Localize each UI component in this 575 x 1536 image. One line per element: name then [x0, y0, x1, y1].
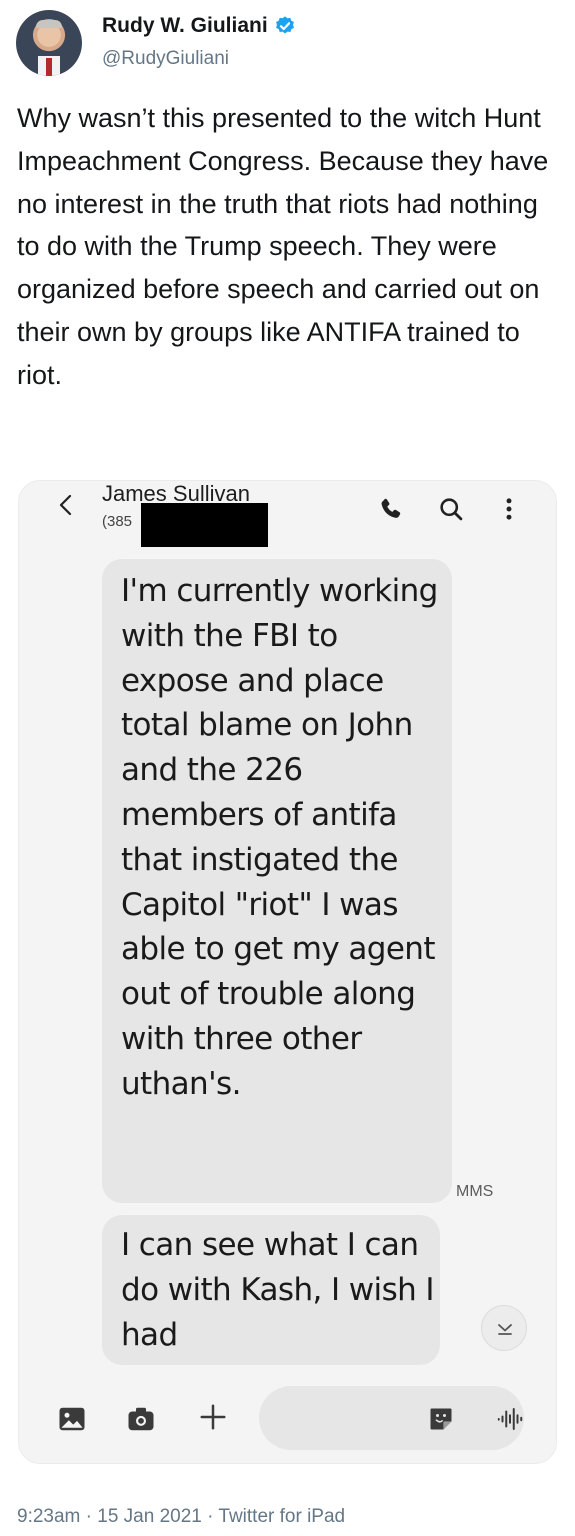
- author-name[interactable]: Rudy W. Giuliani: [102, 14, 268, 38]
- verified-badge-icon: [275, 16, 294, 34]
- message-bubble-received[interactable]: I'm currently working with the FBI to ex…: [102, 559, 452, 1203]
- contact-number: (385: [102, 513, 133, 530]
- message-type-label: MMS: [456, 1183, 494, 1200]
- scroll-to-bottom-button[interactable]: [481, 1305, 527, 1351]
- tweet-media-image[interactable]: James Sullivan (385 I'm currently workin…: [18, 480, 557, 1464]
- image-icon[interactable]: [57, 1404, 87, 1434]
- avatar-hair: [36, 20, 62, 28]
- search-icon[interactable]: [437, 495, 465, 523]
- sticker-icon[interactable]: [427, 1405, 455, 1433]
- tweet-timestamp[interactable]: 9:23am · 15 Jan 2021 · Twitter for iPad: [17, 1506, 345, 1528]
- plus-icon[interactable]: [198, 1402, 228, 1432]
- message-text: I can see what I can do with Kash, I wis…: [121, 1227, 435, 1353]
- author-row: Rudy W. Giuliani: [102, 14, 296, 38]
- tweet-text: Why wasn’t this presented to the witch H…: [17, 103, 549, 390]
- message-text: I'm currently working with the FBI to ex…: [121, 573, 438, 1102]
- chevron-down-icon: [498, 1324, 512, 1335]
- phone-icon[interactable]: [377, 495, 405, 523]
- redaction-block: [141, 503, 268, 547]
- message-input-bar: [19, 1366, 556, 1463]
- voice-wave-icon[interactable]: [495, 1404, 525, 1434]
- more-vertical-icon[interactable]: [495, 495, 523, 523]
- avatar-tie: [46, 58, 52, 76]
- sms-header: James Sullivan (385: [19, 481, 556, 551]
- camera-icon[interactable]: [126, 1404, 156, 1434]
- avatar[interactable]: [16, 10, 82, 76]
- chevron-left-icon[interactable]: [55, 491, 77, 519]
- message-compose-field[interactable]: [259, 1386, 524, 1450]
- message-bubble-received[interactable]: I can see what I can do with Kash, I wis…: [102, 1215, 440, 1365]
- author-handle[interactable]: @RudyGiuliani: [102, 48, 229, 70]
